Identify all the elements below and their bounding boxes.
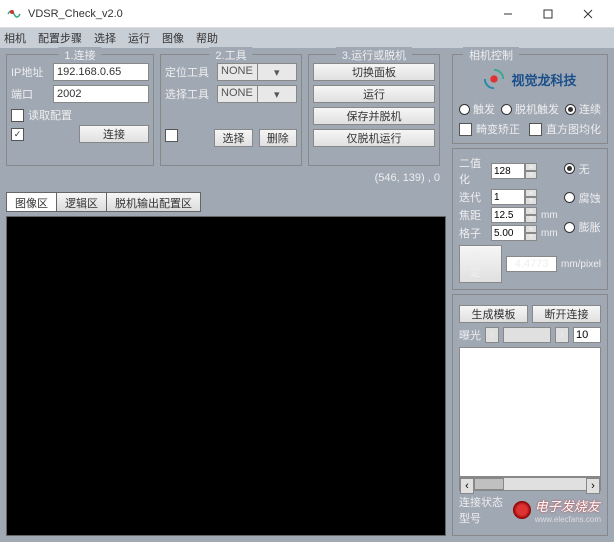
titlebar: VDSR_Check_v2.0	[0, 0, 614, 28]
mode-continuous[interactable]: 连续	[565, 101, 601, 117]
gen-template-button[interactable]: 生成模板	[459, 305, 528, 323]
select-label: 选择工具	[165, 86, 213, 102]
exposure-value[interactable]	[573, 327, 601, 343]
group-tools: 2.工具 定位工具NONE▾ 选择工具NONE▾ 选择删除	[160, 54, 302, 166]
locate-combo[interactable]: NONE▾	[217, 63, 297, 81]
locate-label: 定位工具	[165, 64, 213, 80]
choose-button[interactable]: 选择	[214, 129, 252, 147]
group-connect-legend: 1.连接	[58, 47, 101, 63]
watermark-icon	[513, 501, 531, 519]
connect-checkbox[interactable]	[11, 128, 24, 141]
tab-logic[interactable]: 逻辑区	[56, 192, 107, 212]
disconnect-button[interactable]: 断开连接	[532, 305, 601, 323]
morph-erode[interactable]: 腐蚀	[564, 190, 601, 206]
vendor-logo: 视觉龙科技	[459, 61, 601, 97]
calibrate-unit: mm/pixel	[561, 259, 601, 270]
calibrate-button[interactable]: 标定	[459, 245, 502, 283]
tab-bar: 图像区 逻辑区 脱机输出配置区	[6, 192, 446, 212]
run-button[interactable]: 运行	[313, 85, 435, 103]
tab-offline-output[interactable]: 脱机输出配置区	[106, 192, 201, 212]
group-connect: 1.连接 IP地址 端口 读取配置 连接	[6, 54, 154, 166]
grid-input[interactable]: ▲▼	[491, 225, 537, 241]
watermark: 电子发烧友 www.elecfans.com	[513, 496, 601, 524]
chevron-down-icon: ▾	[257, 64, 297, 80]
tool-checkbox[interactable]	[165, 129, 178, 142]
binarize-input[interactable]: ▲▼	[491, 163, 537, 179]
template-scrollbar[interactable]: ‹›	[459, 477, 601, 491]
vendor-name: 视觉龙科技	[511, 70, 576, 89]
group-camera-control: 相机控制 视觉龙科技 触发 脱机触发 连续 畸变矫正 直方图均化	[452, 54, 608, 144]
offline-only-button[interactable]: 仅脱机运行	[313, 129, 435, 147]
template-view	[459, 347, 601, 477]
delete-button[interactable]: 删除	[259, 129, 297, 147]
camera-control-legend: 相机控制	[463, 47, 519, 63]
switch-panel-button[interactable]: 切换面板	[313, 63, 435, 81]
model-label: 型号	[459, 510, 503, 526]
exposure-slider[interactable]	[503, 327, 551, 343]
minimize-button[interactable]	[488, 0, 528, 28]
menubar: 相机 配置步骤 选择 运行 图像 帮助	[0, 28, 614, 48]
morph-dilate[interactable]: 膨胀	[564, 219, 601, 235]
calibrate-value: 4.4773	[506, 256, 557, 272]
mode-trigger[interactable]: 触发	[459, 101, 495, 117]
menu-image[interactable]: 图像	[162, 30, 184, 46]
exposure-left[interactable]: ‹	[485, 327, 499, 343]
exposure-right[interactable]: ›	[555, 327, 569, 343]
focal-input[interactable]: ▲▼	[491, 207, 537, 223]
maximize-button[interactable]	[528, 0, 568, 28]
group-run-legend: 3.运行或脱机	[336, 47, 412, 63]
app-icon	[6, 6, 22, 22]
menu-config[interactable]: 配置步骤	[38, 30, 82, 46]
image-viewport[interactable]	[6, 216, 446, 536]
grid-label: 格子	[459, 225, 487, 241]
menu-run[interactable]: 运行	[128, 30, 150, 46]
connect-button[interactable]: 连接	[79, 125, 149, 143]
watermark-text: 电子发烧友	[535, 496, 601, 515]
cursor-status: (546, 139) , 0	[375, 172, 440, 186]
menu-select[interactable]: 选择	[94, 30, 116, 46]
group-params: 二值化▲▼ 迭代▲▼ 焦距▲▼mm 格子▲▼mm 无 腐蚀 膨胀 标定 4.47…	[452, 148, 608, 290]
focal-label: 焦距	[459, 207, 487, 223]
read-config-label: 读取配置	[28, 107, 72, 123]
menu-camera[interactable]: 相机	[4, 30, 26, 46]
window-title: VDSR_Check_v2.0	[28, 8, 488, 20]
read-config-checkbox[interactable]	[11, 109, 24, 122]
iter-label: 迭代	[459, 189, 487, 205]
distortion-checkbox[interactable]: 畸变矫正	[459, 121, 520, 137]
tab-image[interactable]: 图像区	[6, 192, 57, 212]
save-offline-button[interactable]: 保存并脱机	[313, 107, 435, 125]
group-template: 生成模板 断开连接 曝光 ‹ › ‹› 连接状态 型号	[452, 294, 608, 536]
port-input[interactable]	[53, 85, 149, 103]
binarize-label: 二值化	[459, 155, 487, 187]
close-button[interactable]	[568, 0, 608, 28]
morph-none[interactable]: 无	[564, 161, 601, 177]
ip-label: IP地址	[11, 64, 49, 80]
conn-state-label: 连接状态	[459, 494, 503, 510]
watermark-url: www.elecfans.com	[535, 515, 601, 524]
chevron-down-icon: ▾	[257, 86, 297, 102]
select-combo[interactable]: NONE▾	[217, 85, 297, 103]
histeq-checkbox[interactable]: 直方图均化	[529, 121, 601, 137]
menu-help[interactable]: 帮助	[196, 30, 218, 46]
ip-input[interactable]	[53, 63, 149, 81]
group-tools-legend: 2.工具	[209, 47, 252, 63]
exposure-label: 曝光	[459, 327, 481, 343]
port-label: 端口	[11, 86, 49, 102]
mode-offline-trigger[interactable]: 脱机触发	[501, 101, 559, 117]
iter-input[interactable]: ▲▼	[491, 189, 537, 205]
group-run: 3.运行或脱机 切换面板 运行 保存并脱机 仅脱机运行	[308, 54, 440, 166]
